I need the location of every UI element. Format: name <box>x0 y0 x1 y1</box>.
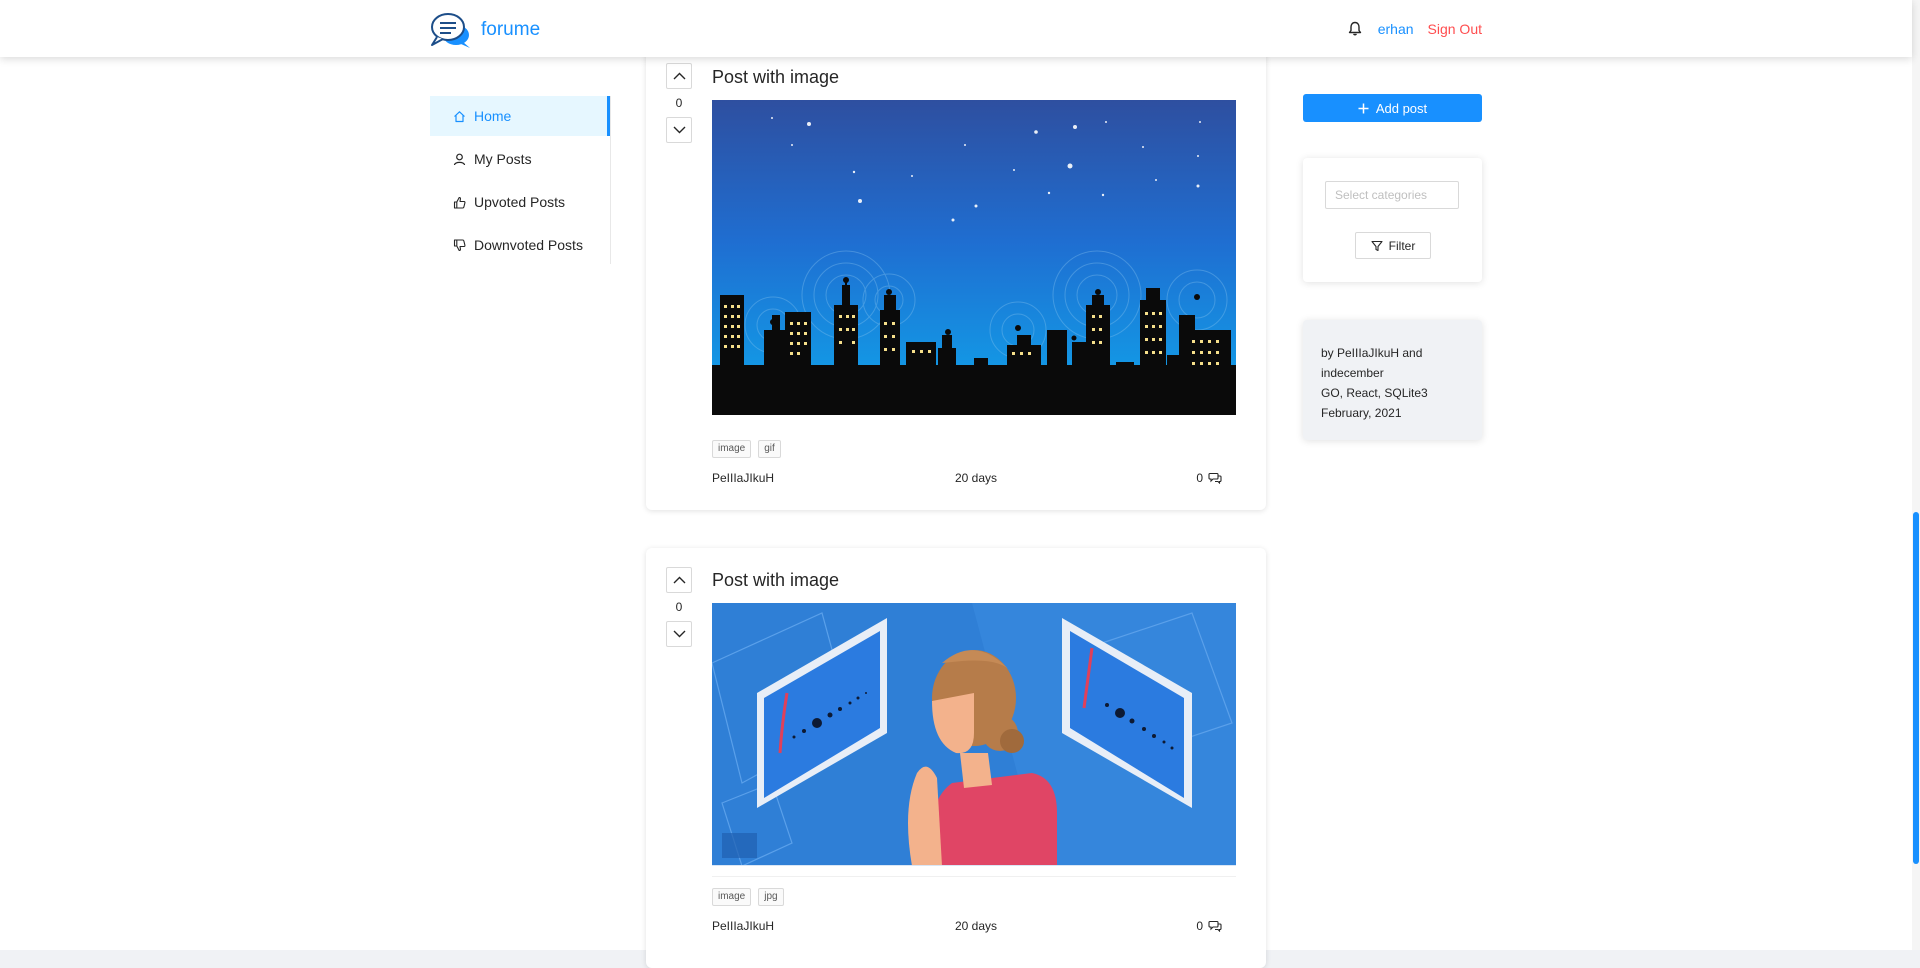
comments-link[interactable]: 0 <box>1196 471 1222 485</box>
downvote-button[interactable] <box>666 117 692 143</box>
post-author[interactable]: PeIIIaJIkuH <box>712 471 774 485</box>
thumbs-down-icon <box>452 238 466 252</box>
vote-count: 0 <box>675 96 683 110</box>
logo[interactable]: forume <box>430 11 540 49</box>
sign-out-link[interactable]: Sign Out <box>1428 21 1482 37</box>
info-line: February, 2021 <box>1321 406 1402 420</box>
info-panel: by PeIIIaJIkuH and indecember GO, React,… <box>1303 320 1482 440</box>
vote-controls: 0 <box>665 63 693 143</box>
info-text: by PeIIIaJIkuH and indecember GO, React,… <box>1321 343 1471 423</box>
vote-count: 0 <box>675 600 683 614</box>
comment-count: 0 <box>1196 471 1203 485</box>
sidebar-item-home[interactable]: Home <box>430 96 610 136</box>
add-post-button[interactable]: Add post <box>1303 94 1482 122</box>
sidebar-item-label: My Posts <box>474 151 532 167</box>
scrollbar-thumb[interactable] <box>1913 512 1919 864</box>
post-card: 0 Post with image <box>646 30 1266 510</box>
username-link[interactable]: erhan <box>1378 21 1414 37</box>
post-image[interactable] <box>712 603 1236 866</box>
sidebar-item-label: Downvoted Posts <box>474 237 583 253</box>
vote-controls: 0 <box>665 567 693 647</box>
upvote-button[interactable] <box>666 63 692 89</box>
post-author[interactable]: PeIIIaJIkuH <box>712 919 774 933</box>
city-night-illustration <box>712 100 1236 415</box>
info-line: indecember <box>1321 366 1384 380</box>
sidebar-menu: Home My Posts Upvoted Posts Downvoted Po… <box>430 96 611 264</box>
header-actions: erhan Sign Out <box>1346 0 1482 57</box>
tag[interactable]: gif <box>758 440 781 458</box>
post-time: 20 days <box>955 471 998 485</box>
tag[interactable]: image <box>712 440 752 458</box>
post-title[interactable]: Post with image <box>712 67 839 88</box>
chevron-up-icon <box>673 576 685 584</box>
post-title[interactable]: Post with image <box>712 570 839 591</box>
chevron-up-icon <box>673 72 685 80</box>
user-icon <box>452 152 466 166</box>
downvote-button[interactable] <box>666 621 692 647</box>
info-line: by PeIIIaJIkuH and <box>1321 346 1423 360</box>
filter-label: Filter <box>1388 238 1416 253</box>
sidebar-item-my-posts[interactable]: My Posts <box>430 139 610 179</box>
category-select[interactable]: Select categories <box>1325 181 1459 209</box>
chevron-down-icon <box>673 126 685 134</box>
sidebar-item-label: Upvoted Posts <box>474 194 566 210</box>
funnel-icon <box>1371 240 1383 251</box>
home-icon <box>452 109 466 123</box>
comment-count: 0 <box>1196 919 1203 933</box>
info-line: GO, React, SQLite3 <box>1321 386 1428 400</box>
add-post-label: Add post <box>1375 100 1428 116</box>
tag[interactable]: jpg <box>758 888 784 906</box>
post-time: 20 days <box>955 919 998 933</box>
brand-name[interactable]: forume <box>481 19 540 41</box>
sidebar-item-upvoted-posts[interactable]: Upvoted Posts <box>430 182 610 222</box>
thumbs-up-icon <box>452 195 466 209</box>
comment-icon <box>1208 920 1222 932</box>
divider <box>712 876 1236 877</box>
tag-list: image gif <box>712 440 781 458</box>
plus-icon <box>1358 103 1369 113</box>
filter-panel: Select categories Filter <box>1303 158 1482 282</box>
woman-viewing-screens-illustration <box>712 603 1236 866</box>
post-image[interactable] <box>712 100 1236 415</box>
chevron-down-icon <box>673 630 685 638</box>
tag[interactable]: image <box>712 888 752 906</box>
chat-bubbles-icon <box>431 13 470 48</box>
upvote-button[interactable] <box>666 567 692 593</box>
tag-list: image jpg <box>712 888 784 906</box>
comment-icon <box>1208 472 1222 484</box>
comments-link[interactable]: 0 <box>1196 919 1222 933</box>
sidebar-item-downvoted-posts[interactable]: Downvoted Posts <box>430 225 610 265</box>
post-card: 0 Post with image <box>646 548 1266 968</box>
filter-button[interactable]: Filter <box>1355 232 1431 259</box>
sidebar-item-label: Home <box>474 108 512 124</box>
top-header: forume erhan Sign Out <box>0 0 1912 57</box>
bell-icon[interactable] <box>1346 20 1364 38</box>
